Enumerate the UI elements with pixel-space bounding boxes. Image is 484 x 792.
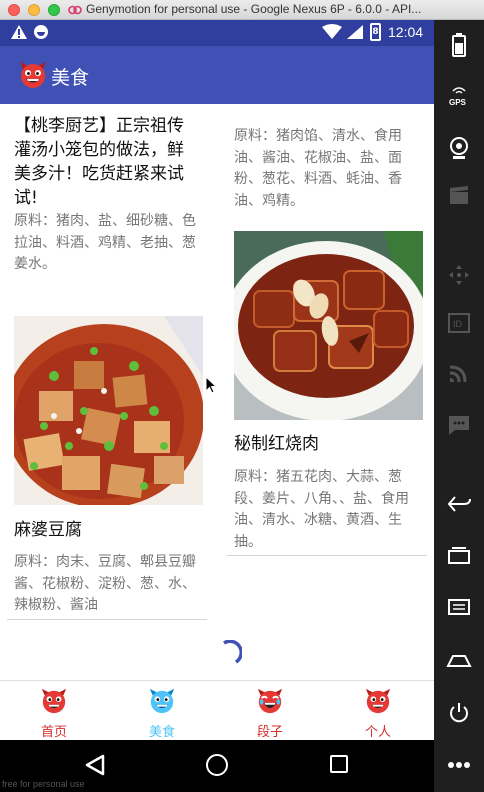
minimize-window-button[interactable]: [28, 4, 40, 16]
message-icon: [449, 416, 469, 435]
data-saver-icon: [34, 25, 48, 39]
emulator-toolbar: GPS ID: [434, 20, 484, 792]
nav-tab-home[interactable]: 首页: [0, 681, 108, 740]
battery-icon: [452, 33, 466, 57]
recipe-title: 麻婆豆腐: [14, 520, 82, 540]
window-title: Genymotion for personal use - Google Nex…: [86, 2, 422, 16]
recipe-title: 【桃李厨艺】正宗祖传灌汤小笼包的做法，鲜美多汁！吃货赶紧来试试!: [14, 116, 184, 208]
mouse-cursor-icon: [205, 376, 217, 394]
device-screen: 8 12:04 美食 【桃李厨艺】正宗祖传灌汤小笼包的做法，鲜美多汁！吃货赶紧来…: [0, 20, 434, 740]
demon-face-icon: [41, 688, 67, 714]
demon-face-icon: [20, 62, 46, 88]
recipe-photo-mapo-tofu: [14, 316, 203, 505]
capture-widget-button[interactable]: [434, 175, 484, 215]
cell-signal-icon: [347, 25, 363, 39]
webcam-icon: [450, 137, 468, 159]
power-button[interactable]: [434, 693, 484, 733]
back-button[interactable]: [434, 484, 484, 524]
genymotion-logo-icon: [68, 5, 82, 15]
app-bar: 美食: [0, 46, 434, 104]
nav-tab-jokes[interactable]: 段子: [216, 681, 324, 740]
nav-label: 首页: [40, 725, 67, 740]
battery-widget-button[interactable]: [434, 25, 484, 65]
power-icon: [450, 703, 468, 723]
wifi-icon: [322, 24, 342, 39]
back-arrow-icon: [447, 496, 471, 512]
gps-icon: GPS: [449, 87, 467, 107]
battery-icon: 8: [370, 23, 381, 41]
menu-icon: [448, 599, 470, 615]
gps-widget-button[interactable]: GPS: [434, 75, 484, 115]
maximize-window-button[interactable]: [48, 4, 60, 16]
recipe-ingredients: 原料：猪肉、盐、细砂糖、色拉油、料酒、鸡精、老抽、葱姜水。: [14, 213, 196, 272]
app-title: 美食: [51, 67, 90, 89]
home-icon[interactable]: [206, 754, 228, 776]
close-window-button[interactable]: [8, 4, 20, 16]
camera-widget-button[interactable]: [434, 128, 484, 168]
card-divider: [7, 619, 207, 620]
demon-face-icon: [365, 688, 391, 714]
recipe-photo-braised-pork: [234, 231, 423, 420]
rss-icon: [449, 365, 467, 383]
remote-control-button[interactable]: [434, 255, 484, 295]
device-id-button[interactable]: ID: [434, 303, 484, 343]
menu-button[interactable]: [434, 586, 484, 626]
nav-label: 个人: [364, 725, 391, 740]
window-title-bar: Genymotion for personal use - Google Nex…: [0, 0, 484, 20]
demon-face-icon: [149, 688, 175, 714]
card-divider: [227, 555, 427, 556]
back-icon[interactable]: [84, 754, 106, 776]
recipe-ingredients: 原料：猪五花肉、大蒜、葱段、姜片、八角、、盐、食用油、清水、冰糖、黄酒、生抽。: [234, 469, 409, 550]
watermark: free for personal use: [2, 779, 85, 789]
svg-text:GPS: GPS: [449, 98, 467, 107]
recent-apps-icon: [448, 547, 470, 564]
home-button[interactable]: [434, 640, 484, 680]
nav-label: 段子: [256, 725, 283, 740]
recent-apps-icon[interactable]: [330, 755, 348, 773]
laughing-demon-face-icon: [257, 688, 283, 714]
nav-label: 美食: [148, 725, 175, 740]
clock: 12:04: [388, 24, 424, 40]
sms-widget-button[interactable]: [434, 405, 484, 445]
dpad-icon: [449, 265, 469, 285]
recipe-grid[interactable]: 【桃李厨艺】正宗祖传灌汤小笼包的做法，鲜美多汁！吃货赶紧来试试! 原料：猪肉、盐…: [0, 104, 434, 680]
recipe-title: 秘制红烧肉: [234, 434, 319, 454]
id-card-icon: ID: [448, 313, 470, 333]
clapperboard-icon: [450, 186, 468, 204]
more-icon: [448, 762, 470, 768]
svg-text:ID: ID: [453, 319, 463, 329]
loading-spinner: [223, 640, 242, 664]
status-bar: 8 12:04: [0, 20, 434, 46]
home-icon: [446, 655, 472, 667]
bottom-navigation: 首页 美食 段子 个人: [0, 680, 434, 740]
nav-tab-profile[interactable]: 个人: [324, 681, 432, 740]
network-widget-button[interactable]: [434, 353, 484, 393]
nav-tab-food[interactable]: 美食: [108, 681, 216, 740]
more-options-button[interactable]: [434, 745, 484, 785]
recent-apps-button[interactable]: [434, 535, 484, 575]
warning-icon: [11, 25, 27, 39]
recipe-ingredients: 原料：猪肉馅、清水、食用油、酱油、花椒油、盐、面粉、葱花、料酒、蚝油、香油、鸡精…: [234, 128, 402, 209]
recipe-ingredients: 原料：肉末、豆腐、郫县豆瓣酱、花椒粉、淀粉、葱、水、辣椒粉、酱油: [14, 554, 196, 613]
